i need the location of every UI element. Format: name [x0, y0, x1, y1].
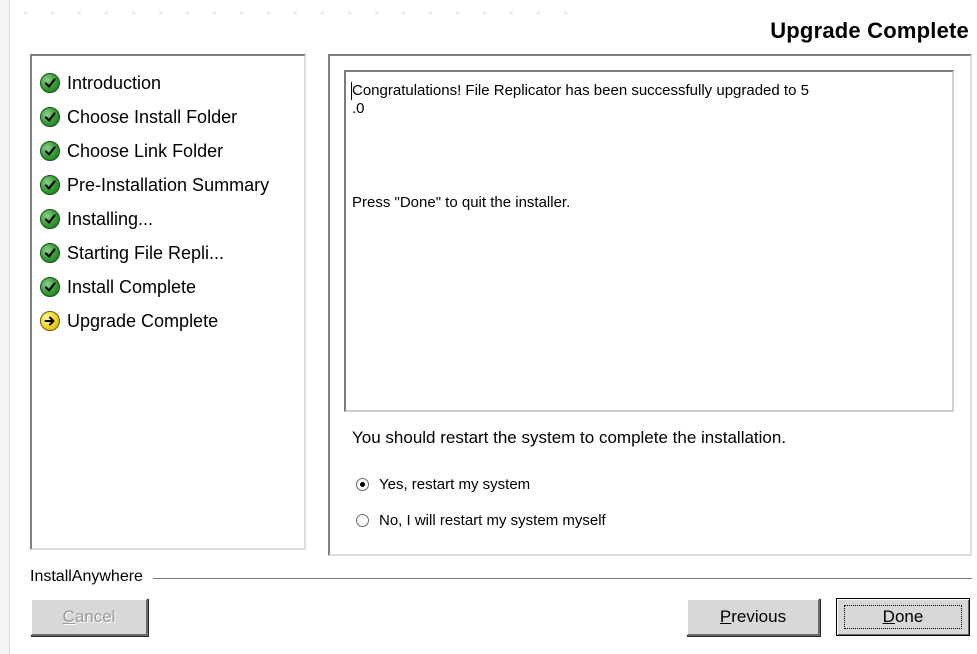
quit-instruction: Press "Done" to quit the installer.	[352, 194, 571, 211]
radio-label: Yes, restart my system	[379, 476, 531, 493]
checkmark-icon	[40, 107, 60, 127]
checkmark-icon	[40, 277, 60, 297]
step-label: Introduction	[67, 72, 162, 93]
checkmark-icon	[40, 243, 60, 263]
cancel-label-rest: ancel	[74, 607, 116, 626]
step-label: Pre-Installation Summary	[67, 174, 270, 195]
left-edge-strip	[0, 0, 10, 654]
step-pre-installation-summary: Pre-Installation Summary	[40, 173, 269, 197]
radio-yes-restart[interactable]: Yes, restart my system	[356, 476, 530, 493]
step-label: Starting File Repli...	[67, 242, 225, 263]
step-installing: Installing...	[40, 207, 153, 231]
step-choose-link-folder: Choose Link Folder	[40, 139, 223, 163]
step-label: Install Complete	[67, 276, 197, 297]
radio-label: No, I will restart my system myself	[379, 512, 606, 529]
step-install-complete: Install Complete	[40, 275, 196, 299]
step-label: Upgrade Complete	[67, 310, 219, 331]
checkmark-icon	[40, 175, 60, 195]
done-button[interactable]: Done	[836, 598, 970, 636]
step-introduction: Introduction	[40, 71, 161, 95]
main-panel: Congratulations! File Replicator has bee…	[328, 54, 972, 556]
congratulations-message: Congratulations! File Replicator has bee…	[352, 82, 809, 117]
previous-button-label: Previous	[719, 607, 787, 626]
checkmark-icon	[40, 209, 60, 229]
done-label-rest: one	[894, 607, 924, 626]
cancel-button[interactable]: Cancel	[30, 598, 148, 636]
step-label: Choose Link Folder	[67, 140, 224, 161]
footer-divider	[30, 578, 972, 580]
step-starting-file-replicator: Starting File Repli...	[40, 241, 224, 265]
restart-prompt: You should restart the system to complet…	[352, 428, 787, 447]
header-decoration	[12, 10, 572, 16]
step-choose-install-folder: Choose Install Folder	[40, 105, 237, 129]
done-button-label: Done	[882, 607, 924, 626]
checkmark-icon	[40, 73, 60, 93]
vendor-label: InstallAnywhere	[30, 568, 153, 586]
page-title: Upgrade Complete	[770, 18, 969, 43]
radio-no-restart[interactable]: No, I will restart my system myself	[356, 512, 606, 529]
checkmark-icon	[40, 141, 60, 161]
cancel-button-label: Cancel	[62, 607, 116, 626]
step-label: Choose Install Folder	[67, 106, 238, 127]
steps-panel: Introduction Choose Install Folder Choos…	[30, 54, 306, 550]
step-label: Installing...	[67, 208, 154, 229]
radio-button-selected[interactable]	[356, 478, 369, 491]
radio-button-unselected[interactable]	[356, 514, 369, 527]
step-upgrade-complete: Upgrade Complete	[40, 309, 218, 333]
previous-label-rest: revious	[731, 607, 787, 626]
previous-button[interactable]: Previous	[686, 598, 820, 636]
message-text-area[interactable]: Congratulations! File Replicator has bee…	[344, 70, 954, 412]
arrow-right-icon	[40, 311, 60, 331]
